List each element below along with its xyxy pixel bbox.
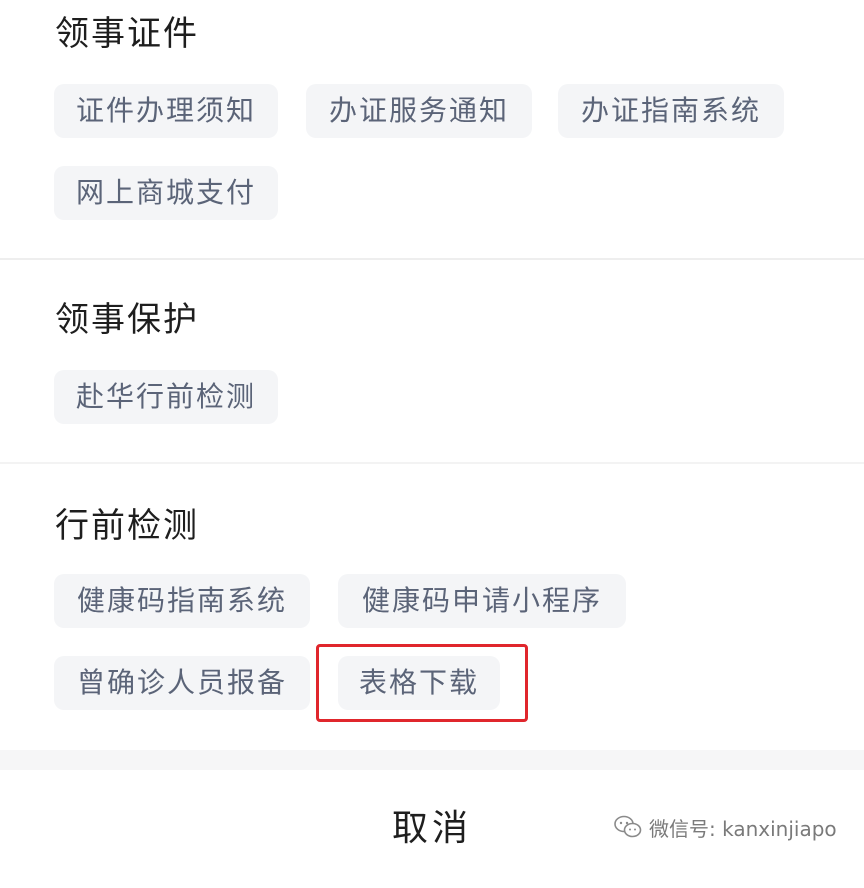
watermark-text: 微信号: kanxinjiapo	[649, 816, 837, 841]
section-title: 领事证件	[55, 14, 199, 54]
chip-document-notice[interactable]: 证件办理须知	[54, 84, 278, 138]
chip-guide-system[interactable]: 办证指南系统	[558, 84, 784, 138]
chip-service-notice[interactable]: 办证服务通知	[306, 84, 532, 138]
watermark: 微信号: kanxinjiapo	[613, 811, 837, 843]
section-consular-protection: 领事保护 赴华行前检测	[0, 260, 864, 462]
chip-online-payment[interactable]: 网上商城支付	[54, 166, 278, 220]
chip-health-code-guide[interactable]: 健康码指南系统	[54, 574, 310, 628]
highlight-box	[316, 644, 528, 722]
wechat-icon	[614, 815, 642, 838]
section-consular-documents: 领事证件 证件办理须知 办证服务通知 办证指南系统 网上商城支付	[0, 0, 864, 258]
chip-recovered-report[interactable]: 曾确诊人员报备	[54, 656, 310, 710]
chip-pre-departure-test[interactable]: 赴华行前检测	[54, 370, 278, 424]
section-title: 领事保护	[55, 300, 199, 340]
chip-health-code-miniprogram[interactable]: 健康码申请小程序	[338, 574, 626, 628]
separator-band	[0, 750, 864, 770]
section-title: 行前检测	[55, 506, 199, 546]
